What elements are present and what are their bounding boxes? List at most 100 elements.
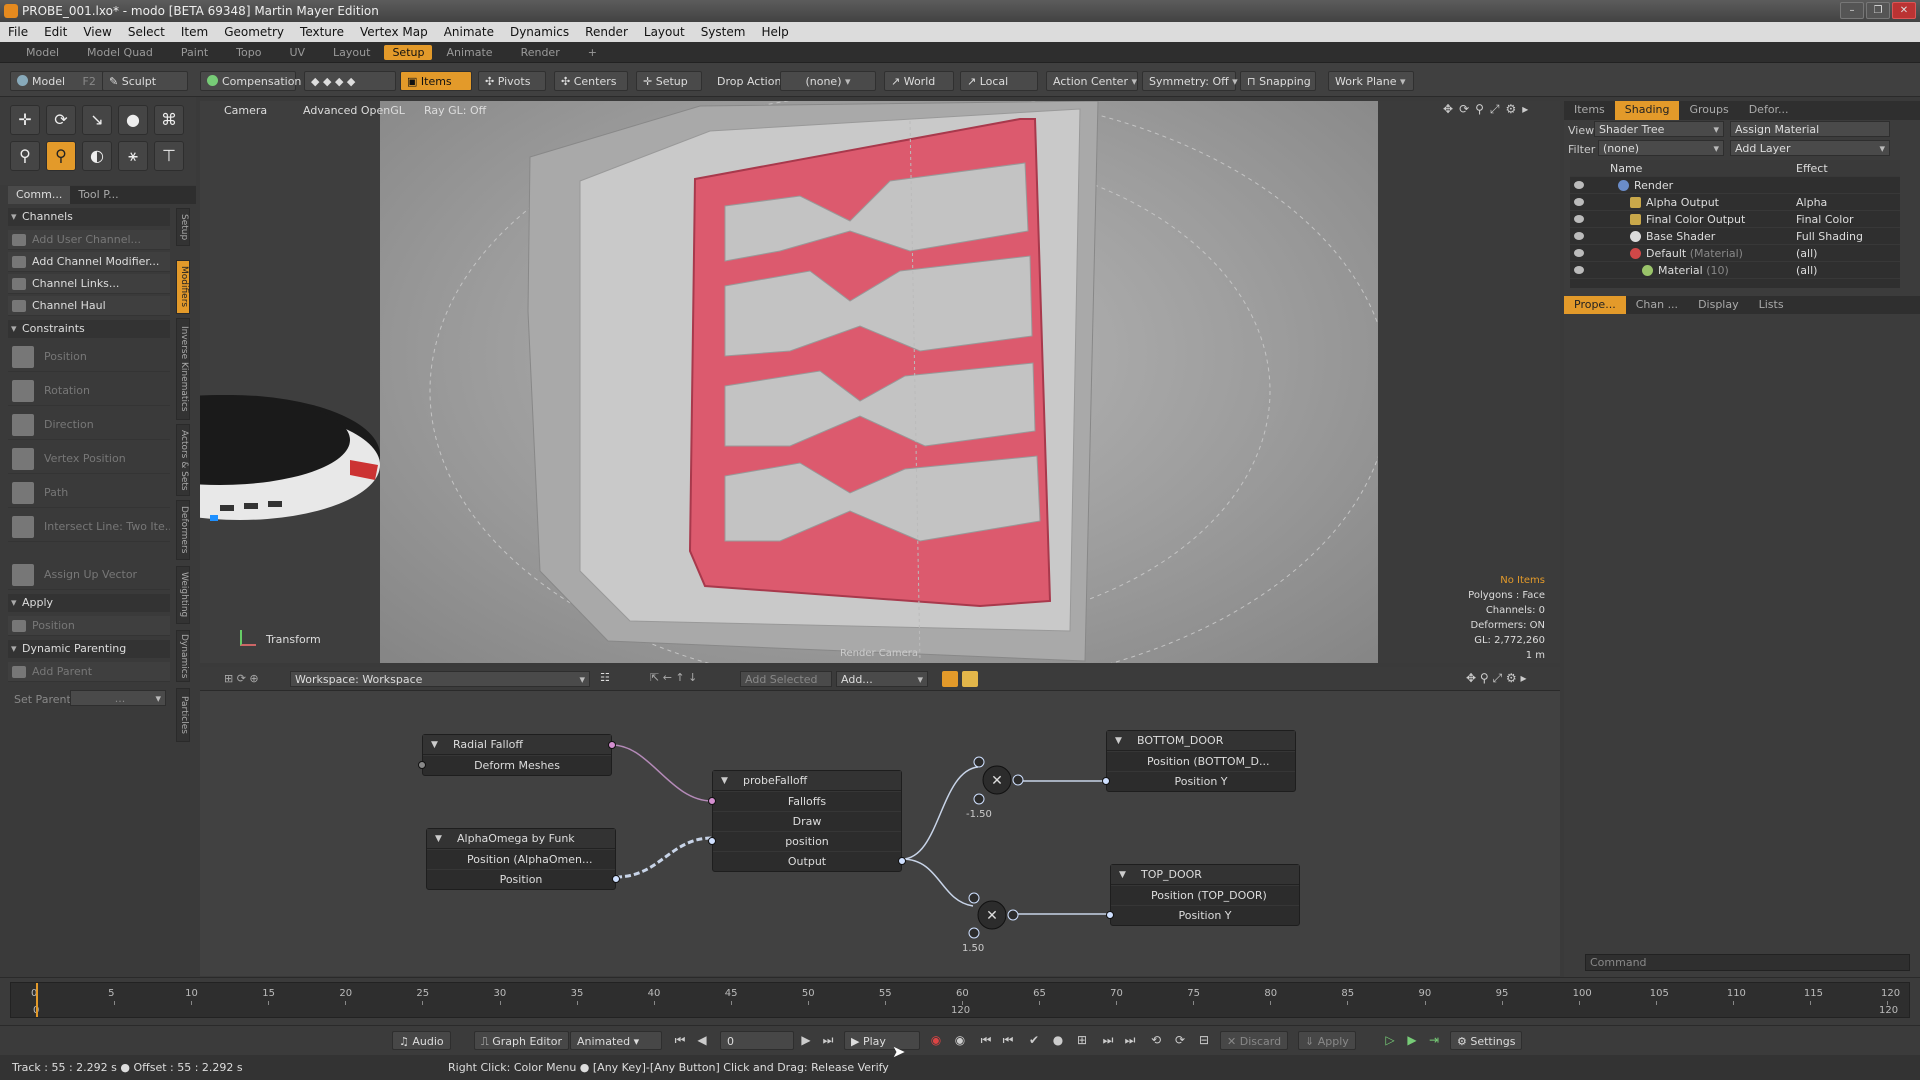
key-icon[interactable]: ✔	[1026, 1032, 1042, 1048]
falloffs-input-port[interactable]	[708, 797, 716, 805]
play-green-icon[interactable]: ▶	[1404, 1032, 1420, 1048]
apply-position-button[interactable]: Position	[8, 616, 170, 636]
action-center-dropdown[interactable]: Action Center	[1046, 71, 1138, 91]
view-dropdown[interactable]: Shader Tree	[1594, 121, 1724, 138]
shader-row-alpha-output[interactable]: Alpha Output Alpha	[1570, 194, 1900, 211]
go-start-icon[interactable]: ⏮	[672, 1032, 688, 1048]
channel-haul-button[interactable]: Channel Haul	[8, 296, 170, 316]
frame-input[interactable]: 0	[720, 1031, 794, 1050]
apply-button[interactable]: ⇓ Apply	[1298, 1031, 1356, 1050]
viewport-settings-icon[interactable]: ⚙	[1506, 102, 1517, 117]
timeline-ruler[interactable]: 0 5 10 15 20 25 30 35 40 45 50 55 60 65 70 75 80 85 90 95 10…	[10, 982, 1910, 1018]
prev-key-icon[interactable]: ⏮	[978, 1032, 994, 1048]
sculpt-mode-button[interactable]: ✎ Sculpt	[102, 71, 188, 91]
add-tab-button[interactable]: +	[574, 46, 611, 59]
vtab-actors-sets[interactable]: Actors & Sets	[176, 424, 190, 496]
close-button[interactable]: ✕	[1892, 2, 1916, 19]
filter-dropdown[interactable]: (none)	[1598, 140, 1724, 157]
node-view-controls-icon[interactable]: ✥ ⚲ ⤢ ⚙ ▸	[1466, 671, 1526, 686]
hierarchy-tool-icon[interactable]: ⊤	[154, 141, 184, 171]
vtab-dynamics[interactable]: Dynamics	[176, 630, 190, 682]
top-door-position-group[interactable]: Position (TOP_DOOR)	[1111, 885, 1299, 905]
menu-help[interactable]: Help	[753, 25, 796, 39]
node-nav-icons[interactable]: ⇱ ← ↑ ↓	[650, 671, 697, 684]
output-port[interactable]	[898, 857, 906, 865]
tab-model-quad[interactable]: Model Quad	[73, 46, 167, 59]
add-user-channel-button[interactable]: Add User Channel...	[8, 230, 170, 250]
rotate-view-icon[interactable]: ⟳	[1459, 102, 1469, 117]
menu-file[interactable]: File	[0, 25, 36, 39]
dynamic-parenting-section[interactable]: Dynamic Parenting	[8, 640, 170, 658]
camera-menu[interactable]: Camera	[224, 103, 267, 119]
tab-items[interactable]: Items	[1564, 101, 1615, 120]
alphaomega-position-group[interactable]: Position (AlphaOmen...	[427, 849, 615, 869]
radial-output-port[interactable]	[608, 741, 616, 749]
channel-links-button[interactable]: Channel Links...	[8, 274, 170, 294]
raygl-toggle[interactable]: Ray GL: Off	[424, 103, 486, 119]
world-button[interactable]: ↗ World	[884, 71, 954, 91]
falloffs-row[interactable]: Falloffs	[713, 791, 901, 811]
multiply-b-value[interactable]: 1.50	[962, 943, 984, 954]
local-button[interactable]: ↗ Local	[960, 71, 1038, 91]
menu-animate[interactable]: Animate	[436, 25, 502, 39]
menu-texture[interactable]: Texture	[292, 25, 352, 39]
position-row[interactable]: position	[713, 831, 901, 851]
top-door-position-y-row[interactable]: Position Y	[1111, 905, 1299, 925]
snapping-toggle[interactable]: ⊓ Snapping	[1240, 71, 1316, 91]
maximize-view-icon[interactable]: ⤢	[1490, 102, 1500, 117]
cycle-icon[interactable]: ⟲	[1148, 1032, 1164, 1048]
pan-icon[interactable]: ✥	[1443, 102, 1453, 117]
menu-layout[interactable]: Layout	[636, 25, 693, 39]
tab-layout[interactable]: Layout	[319, 46, 384, 59]
sphere-tool-icon[interactable]: ◐	[82, 141, 112, 171]
intersect-line-constraint-button[interactable]: Intersect Line: Two Ite...	[8, 512, 170, 542]
setup-mode-button[interactable]: ✛ Setup	[636, 71, 702, 91]
minimize-button[interactable]: –	[1840, 2, 1864, 19]
work-plane-dropdown[interactable]: Work Plane	[1328, 71, 1414, 91]
graph-editor-button[interactable]: ⎍ Graph Editor	[474, 1031, 569, 1050]
vtab-setup[interactable]: Setup	[176, 208, 190, 246]
transform-tool-icon[interactable]: ↘	[82, 105, 112, 135]
menu-view[interactable]: View	[75, 25, 119, 39]
tab-groups[interactable]: Groups	[1679, 101, 1738, 120]
tab-shading[interactable]: Shading	[1614, 101, 1680, 120]
add-channel-modifier-button[interactable]: Add Channel Modifier...	[8, 252, 170, 272]
constraints-section[interactable]: Constraints	[8, 320, 170, 338]
node-editor-canvas[interactable]: ✕ ✕ -1.50 1.50 Radial Falloff Deform Mes…	[200, 691, 1560, 976]
assign-up-vector-button[interactable]: Assign Up Vector	[8, 560, 170, 590]
bone-tool-icon[interactable]: ⌘	[154, 105, 184, 135]
output-row[interactable]: Output	[713, 851, 901, 871]
symmetry-dropdown[interactable]: Symmetry: Off	[1142, 71, 1236, 91]
centers-mode-button[interactable]: ✣ Centers	[554, 71, 628, 91]
menu-system[interactable]: System	[693, 25, 754, 39]
visibility-eye-icon[interactable]	[1574, 232, 1584, 240]
multiply-a-value[interactable]: -1.50	[966, 809, 992, 820]
shading-menu[interactable]: Advanced OpenGL	[303, 103, 405, 119]
tab-display[interactable]: Display	[1688, 296, 1749, 314]
compensation-toggle[interactable]: Compensation	[200, 71, 301, 91]
menu-render[interactable]: Render	[577, 25, 636, 39]
apply-section[interactable]: Apply	[8, 594, 170, 612]
viewport-menu-icon[interactable]: ▸	[1522, 102, 1528, 117]
vertex-position-constraint-button[interactable]: Vertex Position	[8, 444, 170, 474]
rotation-constraint-button[interactable]: Rotation	[8, 376, 170, 406]
alphaomega-node[interactable]: AlphaOmega by Funk Position (AlphaOmen..…	[426, 828, 620, 890]
tab-properties[interactable]: Prope...	[1564, 296, 1626, 314]
menu-select[interactable]: Select	[120, 25, 173, 39]
visibility-eye-icon[interactable]	[1574, 249, 1584, 257]
add-layer-dropdown[interactable]: Add Layer	[1730, 140, 1890, 157]
play-loop-icon[interactable]: ⇥	[1426, 1032, 1442, 1048]
vtab-modifiers[interactable]: Modifiers	[176, 260, 190, 314]
record-icon[interactable]: ◉	[928, 1032, 944, 1048]
layout-grid-icon[interactable]: ☷	[600, 671, 610, 684]
alphaomega-position-row[interactable]: Position	[427, 869, 615, 889]
visibility-eye-icon[interactable]	[1574, 266, 1584, 274]
top-door-input-port[interactable]	[1106, 911, 1114, 919]
auto-key-icon[interactable]: ◉	[952, 1032, 968, 1048]
shader-row-material[interactable]: Material (10) (all)	[1570, 262, 1900, 279]
draw-row[interactable]: Draw	[713, 811, 901, 831]
assign-material-button[interactable]: Assign Material	[1730, 121, 1890, 137]
bottom-door-position-group[interactable]: Position (BOTTOM_D...	[1107, 751, 1295, 771]
tab-uv[interactable]: UV	[275, 46, 319, 59]
selection-mode-group[interactable]: ◆ ◆ ◆ ◆	[304, 71, 396, 91]
